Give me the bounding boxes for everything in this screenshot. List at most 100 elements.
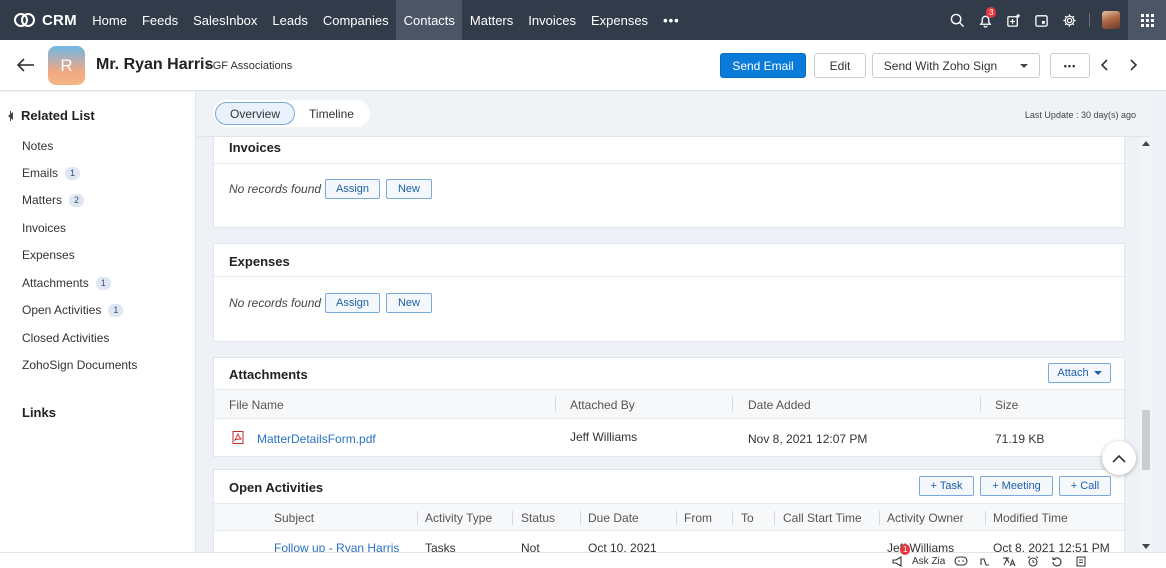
more-actions-button[interactable]: ••• — [1050, 53, 1090, 78]
scroll-up-arrow-icon[interactable] — [1142, 141, 1150, 146]
more-tabs-button[interactable]: ••• — [656, 0, 688, 40]
notifications-bell-icon[interactable]: 3 — [971, 0, 999, 40]
column-activity-type[interactable]: Activity Type — [425, 511, 492, 525]
sidebar-item-emails[interactable]: Emails 1 — [22, 166, 81, 180]
attachment-file-link[interactable]: MatterDetailsForm.pdf — [257, 432, 376, 446]
send-email-button[interactable]: Send Email — [720, 53, 806, 78]
apps-grid-icon[interactable] — [1128, 0, 1166, 40]
related-list-header[interactable]: Related List — [8, 108, 95, 123]
alarm-clock-icon[interactable] — [1021, 553, 1045, 568]
notes-icon[interactable] — [1069, 553, 1093, 568]
related-list-sidebar: Related List Notes Emails 1 Matters 2 Invo… — [0, 92, 196, 568]
announcement-badge: 1 — [900, 544, 911, 555]
scroll-down-arrow-icon[interactable] — [1142, 544, 1150, 549]
announcement-megaphone-icon[interactable]: 1 — [886, 544, 911, 568]
column-separator — [580, 511, 581, 525]
count-badge: 1 — [108, 303, 124, 317]
settings-gear-icon[interactable] — [1055, 0, 1083, 40]
tab-overview[interactable]: Overview — [215, 102, 296, 125]
pdf-file-icon — [232, 431, 244, 444]
activity-owner: Jeff Williams — [887, 541, 955, 552]
tab-home[interactable]: Home — [85, 0, 135, 40]
tab-matters[interactable]: Matters — [462, 0, 520, 40]
related-list-title: Related List — [21, 108, 95, 123]
create-new-icon[interactable] — [999, 0, 1027, 40]
column-subject[interactable]: Subject — [274, 511, 314, 525]
add-meeting-button[interactable]: + Meeting — [980, 476, 1053, 496]
column-attached-by[interactable]: Attached By — [570, 398, 635, 412]
sidebar-item-open-activities[interactable]: Open Activities 1 — [22, 303, 124, 317]
tab-contacts[interactable]: Contacts — [396, 0, 463, 40]
ask-zia-label[interactable]: Ask Zia — [912, 556, 945, 567]
column-size[interactable]: Size — [995, 398, 1018, 412]
edit-button[interactable]: Edit — [814, 53, 866, 78]
tab-timeline[interactable]: Timeline — [295, 102, 368, 125]
sidebar-item-zohosign-documents[interactable]: ZohoSign Documents — [22, 358, 137, 372]
invoices-empty-text: No records found — [229, 182, 322, 196]
contact-company[interactable]: - GF Associations — [206, 60, 292, 72]
back-to-top-button[interactable] — [1102, 441, 1136, 475]
add-call-button[interactable]: + Call — [1059, 476, 1111, 496]
column-separator — [879, 511, 880, 525]
open-activities-title: Open Activities — [229, 480, 324, 495]
scrollbar-thumb[interactable] — [1142, 410, 1150, 470]
calendar-icon[interactable] — [1027, 0, 1055, 40]
next-record-icon[interactable] — [1128, 59, 1138, 74]
sidebar-item-label: ZohoSign Documents — [22, 358, 138, 372]
column-separator — [732, 511, 733, 525]
column-separator — [417, 511, 418, 525]
column-status[interactable]: Status — [521, 511, 555, 525]
invoices-new-button[interactable]: New — [386, 179, 432, 199]
expenses-new-button[interactable]: New — [386, 293, 432, 313]
attachments-title: Attachments — [229, 367, 308, 382]
content-scrollbar[interactable] — [1140, 137, 1152, 552]
chat-icon[interactable] — [949, 553, 973, 568]
column-to[interactable]: To — [741, 511, 754, 525]
add-task-button[interactable]: + Task — [919, 476, 974, 496]
send-with-zoho-sign-button[interactable]: Send With Zoho Sign — [872, 53, 1009, 78]
sidebar-item-closed-activities[interactable]: Closed Activities — [22, 331, 109, 345]
attach-dropdown-button[interactable]: Attach — [1048, 363, 1111, 383]
previous-record-icon[interactable] — [1100, 59, 1110, 74]
sidebar-item-invoices[interactable]: Invoices — [22, 221, 66, 235]
user-avatar[interactable] — [1102, 11, 1120, 29]
column-file-name[interactable]: File Name — [229, 398, 284, 412]
back-arrow-icon[interactable] — [16, 57, 35, 76]
column-date-added[interactable]: Date Added — [748, 398, 811, 412]
tab-leads[interactable]: Leads — [265, 0, 315, 40]
column-call-start-time[interactable]: Call Start Time — [783, 511, 862, 525]
tab-companies[interactable]: Companies — [315, 0, 396, 40]
tab-feeds[interactable]: Feeds — [134, 0, 185, 40]
activity-subject-link[interactable]: Follow up - Ryan Harris — [274, 541, 399, 552]
tab-expenses[interactable]: Expenses — [583, 0, 655, 40]
invoices-section: Invoices No records found Assign New — [213, 137, 1125, 228]
expenses-assign-button[interactable]: Assign — [325, 293, 380, 313]
column-due-date[interactable]: Due Date — [588, 511, 639, 525]
search-icon[interactable] — [943, 0, 971, 40]
links-title: Links — [22, 405, 56, 420]
section-divider — [214, 276, 1124, 277]
sidebar-item-matters[interactable]: Matters 2 — [22, 193, 85, 207]
column-modified-time[interactable]: Modified Time — [993, 511, 1068, 525]
sidebar-item-label: Invoices — [22, 221, 67, 235]
sidebar-item-expenses[interactable]: Expenses — [22, 248, 75, 262]
signal-icon[interactable] — [973, 553, 997, 568]
nav-utility-icons: 3 — [943, 0, 1166, 40]
sidebar-item-notes[interactable]: Notes — [22, 139, 53, 153]
tab-invoices[interactable]: Invoices — [521, 0, 584, 40]
activity-status: Not — [521, 541, 540, 552]
translate-icon[interactable] — [997, 553, 1021, 568]
crm-logo[interactable]: CRM — [0, 0, 85, 40]
attachments-section: Attachments Attach File Name Attached By… — [213, 357, 1125, 457]
related-lists-content: Invoices No records found Assign New Exp… — [197, 137, 1150, 552]
expenses-empty-text: No records found — [229, 296, 322, 310]
column-from[interactable]: From — [684, 511, 712, 525]
zoho-sign-dropdown-button[interactable] — [1008, 53, 1040, 78]
collapse-sidebar-icon[interactable] — [8, 110, 13, 121]
sidebar-item-attachments[interactable]: Attachments 1 — [22, 276, 111, 290]
tab-salesinbox[interactable]: SalesInbox — [186, 0, 265, 40]
column-activity-owner[interactable]: Activity Owner — [887, 511, 964, 525]
attach-label: Attach — [1057, 367, 1089, 379]
history-icon[interactable] — [1045, 553, 1069, 568]
invoices-assign-button[interactable]: Assign — [325, 179, 380, 199]
